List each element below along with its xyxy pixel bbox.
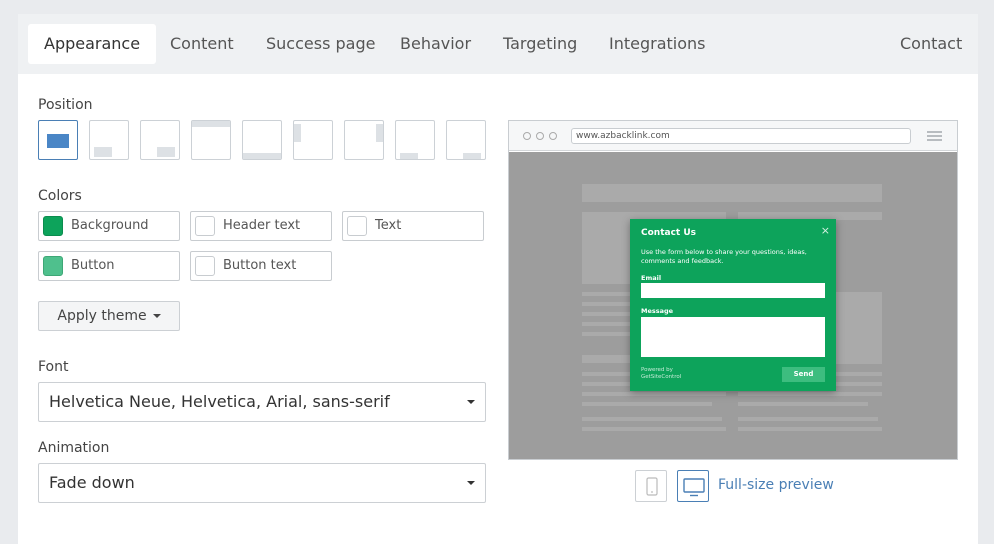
tab-behavior[interactable]: Behavior [384,24,487,64]
tab-targeting[interactable]: Targeting [487,24,593,64]
browser-dot-icon [523,132,531,140]
position-bottom-left-button[interactable] [89,120,129,160]
font-select-value: Helvetica Neue, Helvetica, Arial, sans-s… [49,392,390,411]
full-size-preview-link[interactable]: Full-size preview [718,477,834,493]
position-bottom-bar-icon [243,153,281,159]
position-bottom-left-tab-icon [400,153,418,159]
header-text-color-label: Header text [223,218,301,233]
background-color-label: Background [71,218,149,233]
colors-label: Colors [38,188,82,204]
header-text-color-button[interactable]: Header text [190,211,332,241]
menu-icon [927,139,942,141]
dropdown-caret-icon [467,400,475,404]
text-color-button[interactable]: Text [342,211,484,241]
position-label: Position [38,97,93,113]
position-left-side-icon [294,124,301,142]
button-text-color-label: Button text [223,258,297,273]
position-bottom-right-button[interactable] [140,120,180,160]
animation-select-value: Fade down [49,473,135,492]
button-text-color-swatch [195,256,215,276]
popup-message-label: Message [641,307,674,315]
widget-preview: www.azbacklink.com Contact Us × Use the … [508,120,958,460]
mobile-icon [646,477,658,496]
tab-appearance[interactable]: Appearance [28,24,157,64]
caret-down-icon [152,314,161,318]
placeholder-line [582,427,726,431]
position-bottom-right-tab-icon [463,153,481,159]
position-bottom-left-tab-button[interactable] [395,120,435,160]
placeholder-line [582,392,726,396]
button-color-swatch [43,256,63,276]
desktop-icon [683,478,705,497]
tab-integrations[interactable]: Integrations [593,24,722,64]
button-color-button[interactable]: Button [38,251,180,281]
placeholder-line [582,402,712,406]
browser-bar: www.azbacklink.com [509,121,957,151]
background-color-button[interactable]: Background [38,211,180,241]
placeholder-line [738,417,878,421]
browser-url-bar: www.azbacklink.com [571,128,911,144]
placeholder-line [738,392,882,396]
background-color-swatch [43,216,63,236]
close-icon: × [820,224,830,237]
browser-dot-icon [536,132,544,140]
placeholder-line [738,402,868,406]
site-preview-background: Contact Us × Use the form below to share… [509,152,957,459]
desktop-preview-button[interactable] [677,470,709,502]
position-center-modal-button[interactable] [38,120,78,160]
menu-icon [927,131,942,133]
position-top-bar-icon [192,121,230,127]
button-text-color-button[interactable]: Button text [190,251,332,281]
tab-contact[interactable]: Contact [884,24,978,64]
apply-theme-label: Apply theme [57,308,147,324]
contact-popup-preview: Contact Us × Use the form below to share… [630,219,836,391]
popup-send-button: Send [782,367,825,382]
position-bottom-left-icon [94,147,112,157]
position-center-icon [47,134,69,148]
position-bottom-right-icon [157,147,175,157]
settings-card: Appearance Content Success page Behavior… [18,14,978,544]
animation-label: Animation [38,440,110,456]
popup-powered-by: Powered by GetSiteControl [641,367,682,380]
placeholder-block [582,184,882,202]
popup-email-label: Email [641,274,662,282]
popup-title: Contact Us [641,228,697,238]
font-select[interactable]: Helvetica Neue, Helvetica, Arial, sans-s… [38,382,486,422]
text-color-label: Text [375,218,402,233]
dropdown-caret-icon [467,481,475,485]
font-label: Font [38,359,69,375]
header-text-color-swatch [195,216,215,236]
browser-dot-icon [549,132,557,140]
text-color-swatch [347,216,367,236]
popup-message-field [641,317,825,357]
position-bottom-bar-button[interactable] [242,120,282,160]
popup-email-field [641,283,825,298]
tab-success-page[interactable]: Success page [250,24,391,64]
placeholder-line [582,417,722,421]
placeholder-line [738,427,882,431]
position-top-bar-button[interactable] [191,120,231,160]
position-bottom-right-tab-button[interactable] [446,120,486,160]
position-right-side-icon [376,124,383,142]
apply-theme-button[interactable]: Apply theme [38,301,180,331]
popup-description: Use the form below to share your questio… [641,248,807,265]
button-color-label: Button [71,258,115,273]
mobile-preview-button[interactable] [635,470,667,502]
tab-content[interactable]: Content [154,24,250,64]
tab-bar: Appearance Content Success page Behavior… [18,14,978,74]
position-left-side-button[interactable] [293,120,333,160]
menu-icon [927,135,942,137]
position-right-side-button[interactable] [344,120,384,160]
animation-select[interactable]: Fade down [38,463,486,503]
